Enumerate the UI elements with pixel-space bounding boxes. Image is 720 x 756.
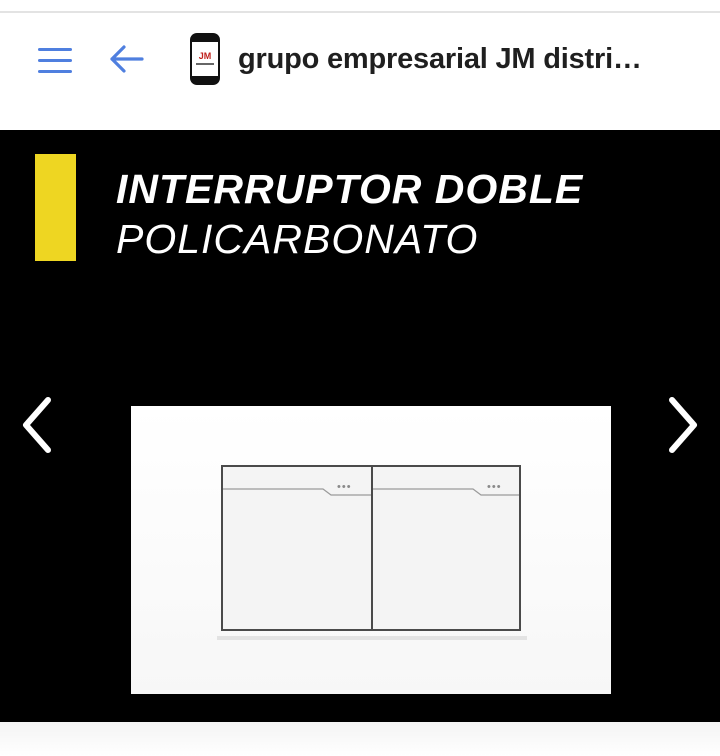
menu-icon-bar <box>38 48 72 51</box>
switch-dots: ••• <box>337 481 352 493</box>
brand-logo: JM <box>189 32 221 86</box>
menu-button[interactable] <box>36 44 76 76</box>
page-title: grupo empresarial JM distri… <box>238 43 642 75</box>
back-button[interactable] <box>104 42 148 76</box>
logo-text: JM <box>199 51 212 61</box>
app-header: JM grupo empresarial JM distri… <box>0 13 720 130</box>
product-heading-line1: INTERRUPTOR DOBLE <box>116 166 584 212</box>
switch-rocker-lines <box>223 488 519 496</box>
chevron-right-icon <box>669 397 697 453</box>
carousel-prev-button[interactable] <box>16 392 60 458</box>
menu-icon-bar <box>38 59 72 62</box>
product-banner: INTERRUPTOR DOBLE POLICARBONATO ••• ••• <box>0 130 720 722</box>
content-below-banner <box>0 722 720 756</box>
product-image: ••• ••• <box>131 406 611 694</box>
menu-icon-bar <box>38 70 72 73</box>
accent-bar <box>35 154 76 261</box>
switch-dots: ••• <box>487 481 502 493</box>
carousel-next-button[interactable] <box>660 392 704 458</box>
arrow-left-icon <box>110 45 144 73</box>
double-switch-illustration: ••• ••• <box>221 465 521 631</box>
product-heading-line2: POLICARBONATO <box>116 216 479 262</box>
switch-shadow <box>217 636 527 640</box>
chevron-left-icon <box>23 397 51 453</box>
